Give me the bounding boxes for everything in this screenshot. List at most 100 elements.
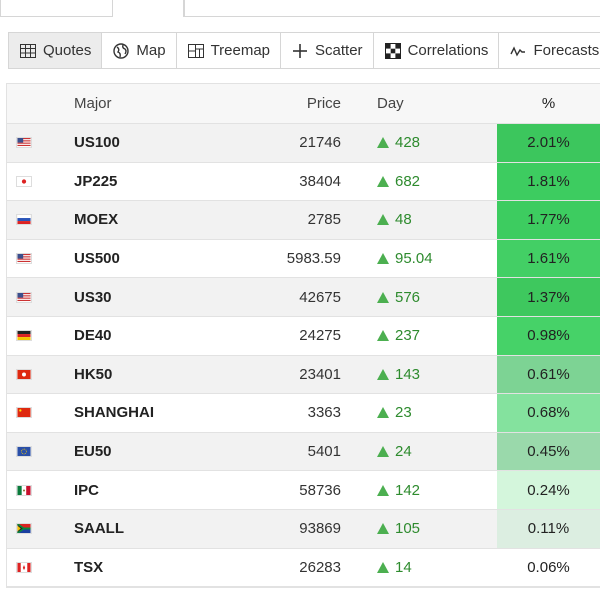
index-price: 2785 [307, 211, 341, 229]
day-change-value: 237 [395, 327, 421, 345]
flag-cell [7, 561, 67, 573]
pct-change: 0.61% [497, 355, 600, 394]
day-change-value: 95.04 [395, 250, 433, 268]
flag-icon [16, 330, 32, 342]
table-row[interactable]: IPC 58736 142 0.24% [7, 471, 600, 510]
index-name[interactable]: SHANGHAI [67, 404, 253, 421]
top-tab-left[interactable] [0, 0, 113, 17]
index-name[interactable]: US30 [67, 289, 253, 306]
table-row[interactable]: EU50 5401 24 0.45% [7, 432, 600, 472]
flag-cell [7, 368, 67, 380]
day-change: 142 [355, 482, 497, 499]
flag-icon [16, 484, 32, 496]
pct-change: 0.68% [497, 394, 600, 432]
day-change: 428 [355, 134, 497, 151]
day-change: 14 [355, 559, 497, 576]
index-name[interactable]: HK50 [67, 366, 253, 383]
index-price: 3363 [307, 404, 341, 422]
table-row[interactable]: US500 5983.59 95.04 1.61% [7, 239, 600, 279]
table-row[interactable]: MOEX 2785 48 1.77% [7, 201, 600, 240]
header-price[interactable]: Price [253, 95, 355, 112]
up-arrow-icon [377, 253, 389, 265]
index-name[interactable]: DE40 [67, 327, 253, 344]
day-change: 682 [355, 173, 497, 190]
flag-cell [7, 407, 67, 419]
flag-icon [16, 137, 32, 149]
up-arrow-icon [377, 368, 389, 380]
scatter-icon [291, 42, 309, 60]
up-arrow-icon [377, 523, 389, 535]
up-arrow-icon [377, 407, 389, 419]
view-tabs: Quotes Map Treemap Scatter Correlations … [8, 32, 600, 69]
tab-correlations[interactable]: Correlations [374, 33, 500, 68]
header-day[interactable]: Day [355, 95, 497, 112]
tab-treemap[interactable]: Treemap [177, 33, 282, 68]
flag-cell [7, 137, 67, 149]
table-row[interactable]: DE40 24275 237 0.98% [7, 316, 600, 356]
up-arrow-icon [377, 446, 389, 458]
index-price: 93869 [299, 520, 341, 538]
top-tab-right[interactable] [184, 0, 600, 17]
tab-label: Forecasts [533, 42, 600, 59]
index-name[interactable]: JP225 [67, 173, 253, 190]
index-price: 5983.59 [286, 250, 341, 268]
index-name[interactable]: US500 [67, 250, 253, 267]
flag-icon [16, 175, 32, 187]
day-change: 48 [355, 211, 497, 228]
table-row[interactable]: SHANGHAI 3363 23 0.68% [7, 394, 600, 433]
table-header: Major Price Day % [7, 84, 600, 124]
flag-icon [16, 561, 32, 573]
table-row[interactable]: SAALL 93869 105 0.11% [7, 509, 600, 549]
flag-cell [7, 214, 67, 226]
day-change-value: 14 [395, 558, 412, 576]
index-name[interactable]: TSX [67, 559, 253, 576]
up-arrow-icon [377, 291, 389, 303]
tab-label: Scatter [315, 42, 363, 59]
up-arrow-icon [377, 214, 389, 226]
index-name[interactable]: SAALL [67, 520, 253, 537]
index-price: 58736 [299, 481, 341, 499]
header-pct[interactable]: % [497, 84, 600, 123]
header-name[interactable]: Major [67, 95, 253, 112]
tab-map[interactable]: Map [102, 33, 177, 68]
index-price: 21746 [299, 134, 341, 152]
flag-cell [7, 484, 67, 496]
index-price: 5401 [307, 443, 341, 461]
top-strip [0, 0, 600, 17]
table-row[interactable]: TSX 26283 14 0.06% [7, 548, 600, 588]
flag-cell [7, 523, 67, 535]
pct-change: 1.81% [497, 162, 600, 201]
tab-label: Quotes [43, 42, 92, 59]
tab-quotes[interactable]: Quotes [9, 33, 103, 68]
tab-forecasts[interactable]: Forecasts [499, 33, 600, 68]
top-tab-active[interactable] [112, 0, 184, 17]
day-change-value: 24 [395, 443, 412, 461]
index-name[interactable]: MOEX [67, 211, 253, 228]
up-arrow-icon [377, 330, 389, 342]
index-name[interactable]: US100 [67, 134, 253, 151]
globe-icon [112, 42, 130, 60]
table-row[interactable]: US30 42675 576 1.37% [7, 278, 600, 317]
flag-cell [7, 446, 67, 458]
table-row[interactable]: JP225 38404 682 1.81% [7, 162, 600, 202]
table-icon [19, 42, 37, 60]
flag-icon [16, 407, 32, 419]
index-name[interactable]: EU50 [67, 443, 253, 460]
day-change-value: 428 [395, 134, 421, 152]
table-row[interactable]: US100 21746 428 2.01% [7, 124, 600, 163]
tab-scatter[interactable]: Scatter [281, 33, 374, 68]
index-price: 42675 [299, 288, 341, 306]
day-change-value: 682 [395, 172, 421, 190]
index-price: 38404 [299, 172, 341, 190]
flag-icon [16, 291, 32, 303]
day-change: 23 [355, 404, 497, 421]
up-arrow-icon [377, 175, 389, 187]
pct-change: 0.98% [497, 316, 600, 355]
day-change-value: 143 [395, 365, 421, 383]
day-change: 105 [355, 520, 497, 537]
index-name[interactable]: IPC [67, 482, 253, 499]
index-price: 24275 [299, 327, 341, 345]
up-arrow-icon [377, 137, 389, 149]
table-row[interactable]: HK50 23401 143 0.61% [7, 355, 600, 395]
pct-change: 1.61% [497, 239, 600, 278]
